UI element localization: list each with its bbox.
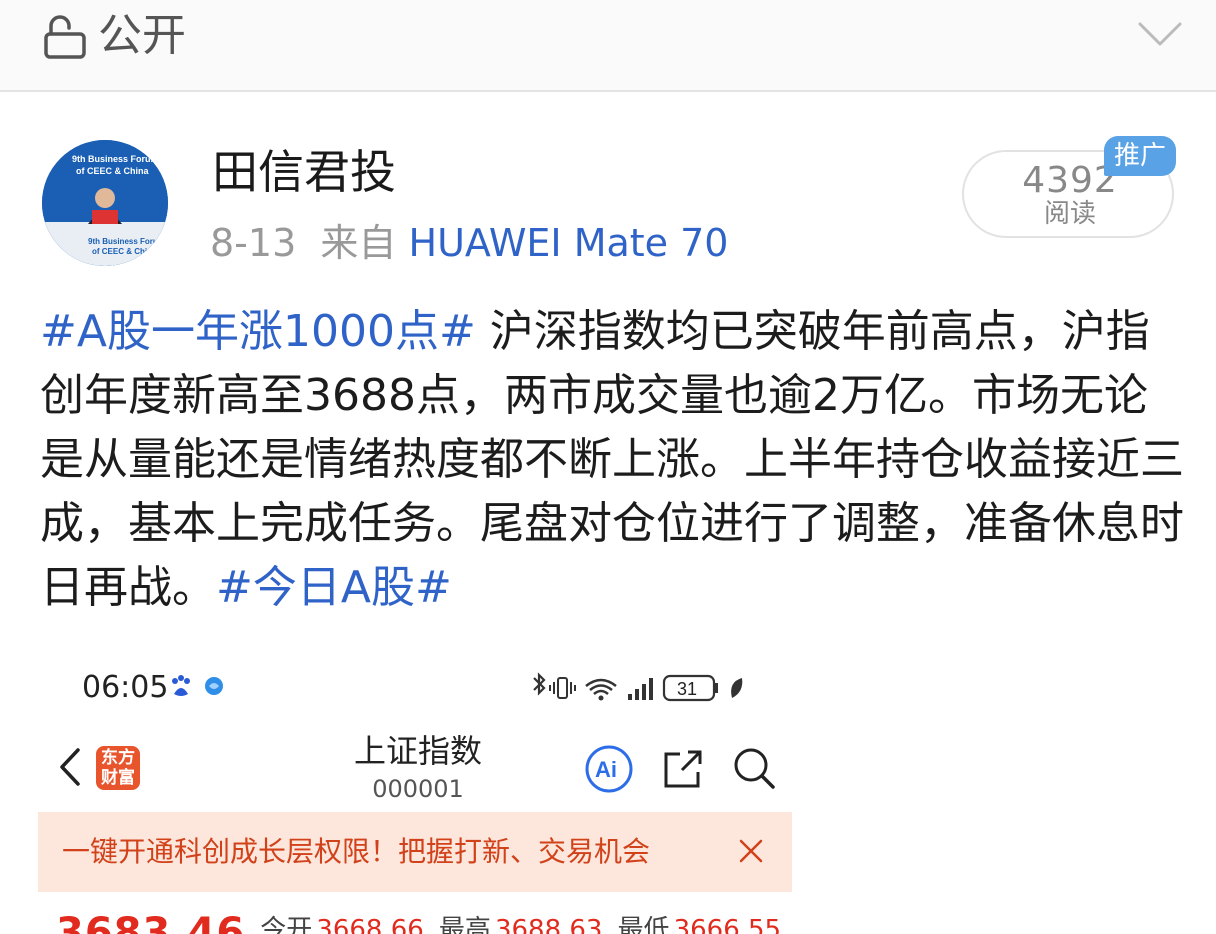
battery-level: 31 — [677, 679, 697, 699]
close-icon[interactable] — [738, 838, 764, 864]
reads-label: 阅读 — [1043, 199, 1096, 229]
avatar-caption: of CEEC & China — [92, 247, 157, 256]
divider — [0, 90, 1216, 92]
open-price: 今开 3668.66 — [260, 915, 424, 934]
promo-badge[interactable]: 推广 — [1104, 136, 1176, 176]
visibility-label[interactable]: 公开 — [98, 6, 186, 66]
ai-label: Ai — [595, 757, 617, 782]
share-icon[interactable] — [662, 748, 704, 790]
avatar-image: 9th Business Forum of CEEC & China 9th B… — [42, 140, 168, 266]
attached-image[interactable]: 06:05 31 东方 财富 上证指数 000001 Ai 一键开通科创成长层权… — [38, 654, 792, 934]
hashtag-link[interactable]: #今日A股# — [216, 562, 452, 613]
back-arrow-icon[interactable] — [56, 746, 84, 788]
chevron-down-icon[interactable] — [1136, 18, 1184, 50]
app-notification-icon — [205, 677, 223, 695]
hashtag-link[interactable]: #A股一年涨1000点# — [40, 306, 476, 357]
bluetooth-icon — [533, 672, 546, 696]
open-value: 3668.66 — [316, 915, 424, 934]
status-time: 06:05 — [82, 670, 169, 705]
high-price: 最高 3688.63 — [439, 915, 603, 934]
index-name: 上证指数 — [353, 732, 482, 770]
avatar[interactable]: 9th Business Forum of CEEC & China 9th B… — [42, 140, 168, 266]
vibrate-icon — [549, 677, 576, 699]
signal-icon — [628, 678, 653, 700]
promo-banner[interactable]: 一键开通科创成长层权限！把握打新、交易机会 — [38, 812, 792, 892]
logo-line: 财富 — [101, 768, 135, 788]
low-price: 最低 3666.55 — [618, 915, 782, 934]
ai-assistant-icon[interactable]: Ai — [584, 744, 634, 794]
battery-icon: 31 — [662, 674, 718, 702]
source-prefix: 来自 — [320, 221, 397, 265]
avatar-caption: 9th Business Forum — [72, 154, 159, 164]
baidu-paw-icon — [172, 675, 190, 696]
current-price: 3683.46 — [56, 910, 246, 934]
lock-open-icon — [44, 15, 86, 59]
post-date: 8-13 — [210, 221, 297, 265]
status-icons: 31 — [533, 672, 743, 702]
app-logo: 东方 财富 — [96, 746, 140, 790]
index-code: 000001 — [372, 775, 464, 803]
logo-line: 东方 — [101, 748, 135, 768]
open-label: 今开 — [260, 915, 313, 934]
low-label: 最低 — [617, 915, 670, 934]
leaf-icon — [731, 678, 743, 698]
author-name[interactable]: 田信君投 — [212, 140, 396, 204]
quote-row: 3683.46 今开 3668.66 最高 3688.63 最低 3666.55 — [56, 910, 781, 934]
avatar-caption: 9th Business Forum — [88, 237, 165, 246]
banner-text: 一键开通科创成长层权限！把握打新、交易机会 — [62, 835, 651, 868]
post-meta: 8-13 来自 HUAWEI Mate 70 — [210, 216, 729, 270]
low-value: 3666.55 — [673, 915, 782, 934]
high-value: 3688.63 — [494, 915, 603, 934]
device-link[interactable]: HUAWEI Mate 70 — [409, 221, 729, 265]
post-text: #A股一年涨1000点# 沪深指数均已突破年前高点，沪指创年度新高至3688点，… — [40, 300, 1190, 620]
wifi-icon — [585, 678, 617, 701]
avatar-caption: of CEEC & China — [76, 166, 149, 176]
search-icon[interactable] — [732, 746, 776, 790]
high-label: 最高 — [438, 915, 491, 934]
top-bar: 公开 — [0, 0, 1216, 92]
